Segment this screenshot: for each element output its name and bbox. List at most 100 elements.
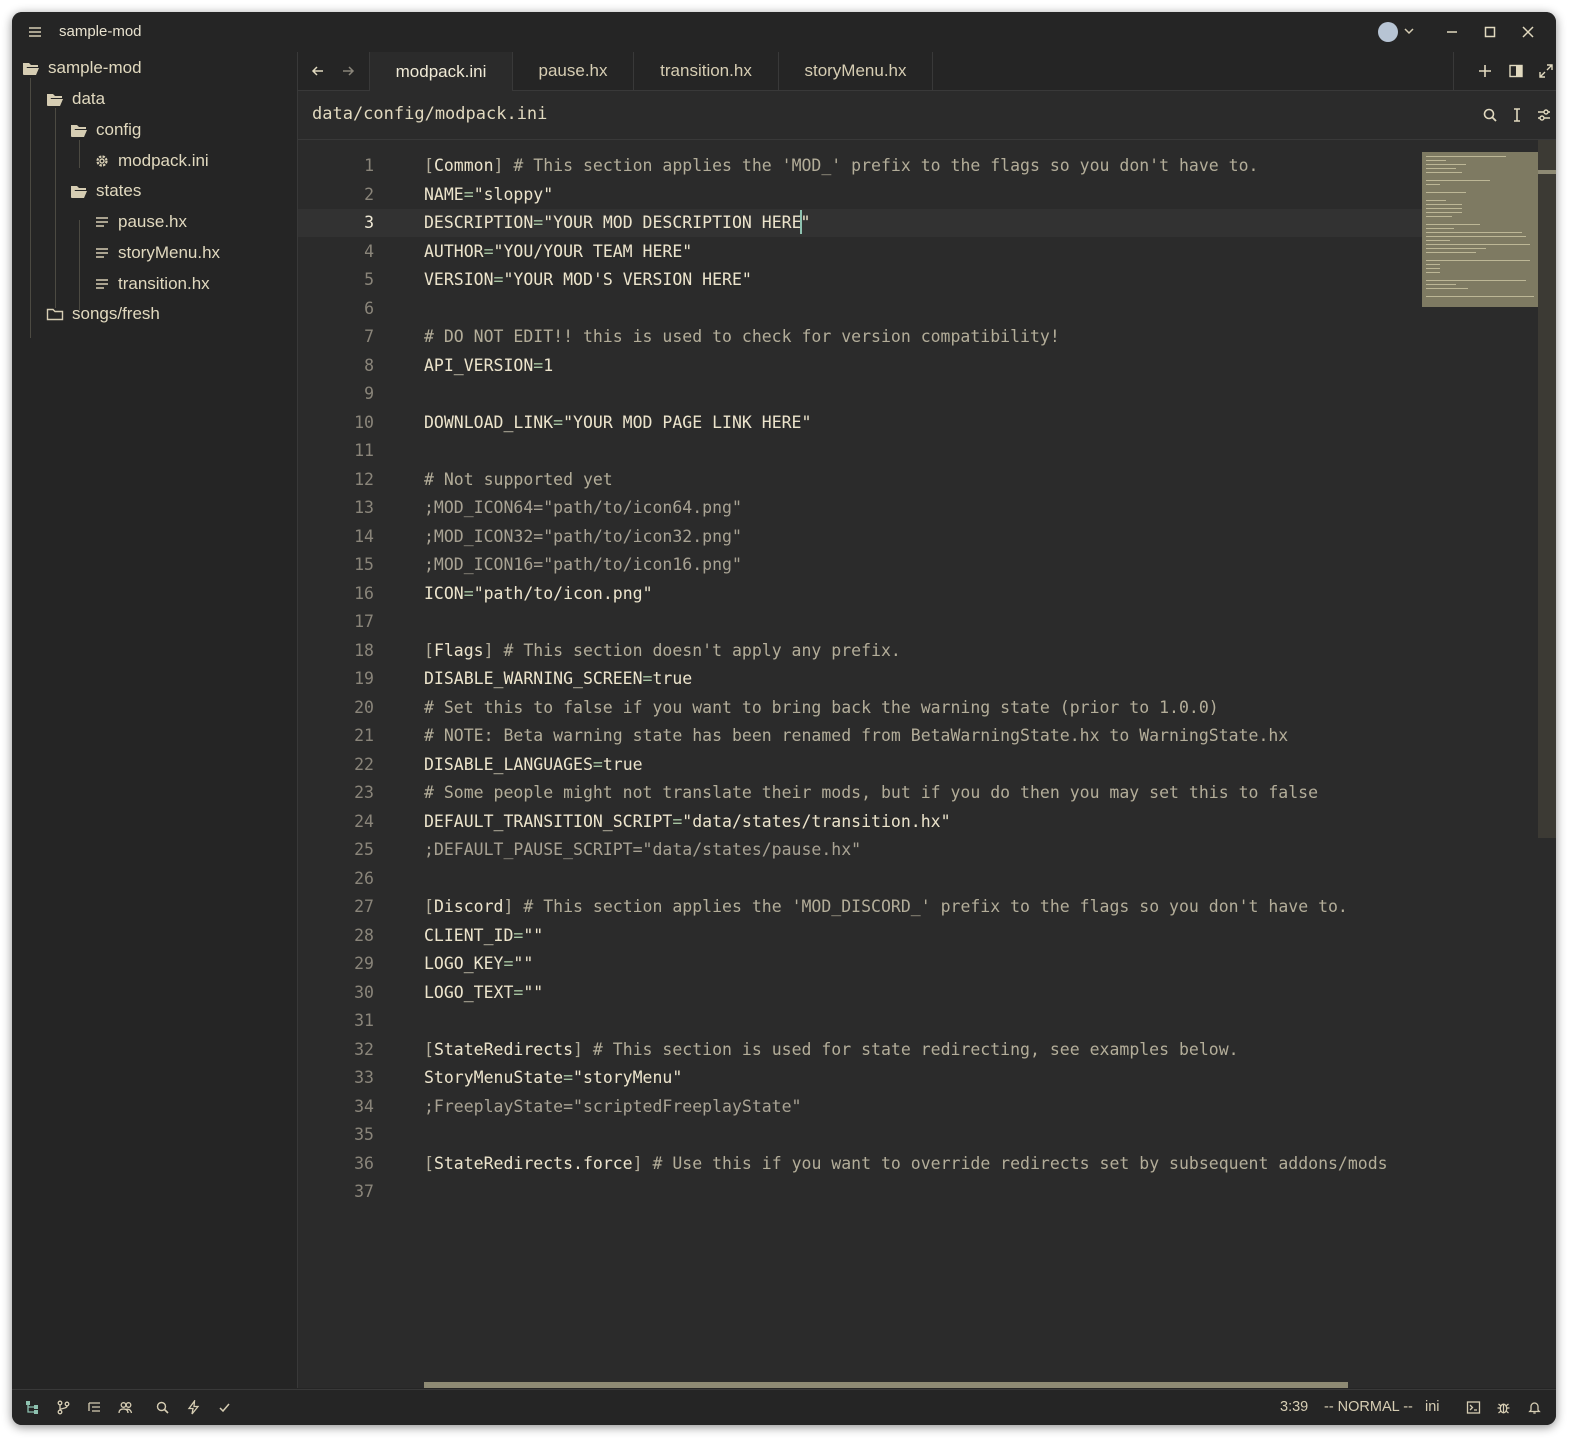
tree-item-sample-mod[interactable]: sample-mod: [22, 54, 142, 82]
code-line[interactable]: 22 DISABLE_LANGUAGES=true: [298, 751, 1422, 779]
line-number: 22: [354, 754, 374, 774]
minimap-line: [1426, 264, 1440, 265]
code-line[interactable]: 14 ;MOD_ICON32="path/to/icon32.png": [298, 523, 1422, 551]
minimize-icon[interactable]: [1444, 24, 1460, 40]
minimap-line: [1426, 248, 1486, 249]
tab-divider: [1453, 52, 1454, 90]
code-line[interactable]: 8 API_VERSION=1: [298, 352, 1422, 380]
cursor-position[interactable]: 3:39: [1280, 1399, 1308, 1415]
code-line[interactable]: 7 # DO NOT EDIT!! this is used to check f…: [298, 323, 1422, 351]
tree-guide: [55, 108, 56, 308]
code-line[interactable]: 21 # NOTE: Beta warning state has been re…: [298, 722, 1422, 750]
code-text: [Flags] # This section doesn't apply any…: [424, 640, 901, 660]
code-line[interactable]: 10 DOWNLOAD_LINK="YOUR MOD PAGE LINK HERE…: [298, 409, 1422, 437]
editor-window: sample-mod sample-mod data config modpac…: [12, 12, 1556, 1425]
code-line[interactable]: 15 ;MOD_ICON16="path/to/icon16.png": [298, 551, 1422, 579]
code-line[interactable]: 17: [298, 608, 1422, 636]
vertical-scrollbar[interactable]: [1538, 140, 1556, 838]
tab-modpack-ini[interactable]: modpack.ini: [369, 52, 513, 91]
line-number: 6: [364, 298, 374, 318]
code-editor[interactable]: 1 [Common] # This section applies the 'MO…: [298, 140, 1556, 1388]
code-line[interactable]: 23 # Some people might not translate thei…: [298, 779, 1422, 807]
code-line[interactable]: 26: [298, 865, 1422, 893]
tab-label: storyMenu.hx: [804, 61, 907, 80]
code-line[interactable]: 6: [298, 295, 1422, 323]
minimap[interactable]: [1422, 152, 1538, 307]
tree-item-songs-fresh[interactable]: songs/fresh: [46, 300, 160, 328]
collaborators-icon[interactable]: [118, 1400, 133, 1415]
sliders-icon[interactable]: [1536, 107, 1552, 123]
tree-item-storymenu-hx[interactable]: storyMenu.hx: [94, 239, 220, 267]
code-line[interactable]: 20 # Set this to false if you want to bri…: [298, 694, 1422, 722]
code-line[interactable]: 13 ;MOD_ICON64="path/to/icon64.png": [298, 494, 1422, 522]
chevron-down-icon[interactable]: [1403, 25, 1415, 37]
menu-icon[interactable]: [28, 25, 42, 39]
code-line[interactable]: 12 # Not supported yet: [298, 466, 1422, 494]
terminal-icon[interactable]: [1466, 1400, 1481, 1415]
outline-icon[interactable]: [87, 1400, 102, 1415]
code-line[interactable]: 34 ;FreeplayState="scriptedFreeplayState": [298, 1093, 1422, 1121]
code-line[interactable]: 33 StoryMenuState="storyMenu": [298, 1064, 1422, 1092]
code-line[interactable]: 4 AUTHOR="YOU/YOUR TEAM HERE": [298, 238, 1422, 266]
check-icon[interactable]: [217, 1400, 232, 1415]
git-branch-icon[interactable]: [56, 1400, 71, 1415]
code-line[interactable]: 9: [298, 380, 1422, 408]
code-line[interactable]: 35: [298, 1121, 1422, 1149]
code-line[interactable]: 5 VERSION="YOUR MOD'S VERSION HERE": [298, 266, 1422, 294]
code-text: LOGO_KEY="": [424, 954, 534, 973]
user-avatar[interactable]: [1378, 22, 1398, 42]
tab-transition-hx[interactable]: transition.hx: [634, 52, 779, 90]
code-line[interactable]: 30 LOGO_TEXT="": [298, 979, 1422, 1007]
code-line[interactable]: 16 ICON="path/to/icon.png": [298, 580, 1422, 608]
code-line[interactable]: 27 [Discord] # This section applies the '…: [298, 893, 1422, 921]
tree-item-transition-hx[interactable]: transition.hx: [94, 270, 210, 298]
breadcrumb-path[interactable]: data/config/modpack.ini: [312, 104, 547, 124]
plus-icon[interactable]: [1477, 63, 1493, 79]
code-line[interactable]: 37: [298, 1178, 1422, 1206]
split-pane-icon[interactable]: [1508, 63, 1524, 79]
expand-icon[interactable]: [1538, 63, 1554, 79]
code-line[interactable]: 31: [298, 1007, 1422, 1035]
minimap-line: [1426, 208, 1462, 209]
tree-item-modpack-ini[interactable]: modpack.ini: [94, 147, 209, 175]
bug-icon[interactable]: [1496, 1400, 1511, 1415]
arrow-left-icon[interactable]: [310, 63, 326, 79]
line-number: 19: [354, 669, 374, 688]
language-selector[interactable]: ini: [1425, 1399, 1440, 1415]
project-tree-icon[interactable]: [25, 1400, 40, 1415]
line-number: 30: [354, 982, 374, 1002]
maximize-icon[interactable]: [1482, 24, 1498, 40]
code-line[interactable]: 1 [Common] # This section applies the 'MO…: [298, 152, 1422, 180]
search-icon[interactable]: [155, 1400, 170, 1415]
code-line[interactable]: 3 DESCRIPTION="YOUR MOD DESCRIPTION HERE": [298, 209, 1422, 237]
minimap-line: [1426, 232, 1522, 233]
code-line[interactable]: 19 DISABLE_WARNING_SCREEN=true: [298, 665, 1422, 693]
code-line[interactable]: 24 DEFAULT_TRANSITION_SCRIPT="data/states…: [298, 808, 1422, 836]
code-line[interactable]: 18 [Flags] # This section doesn't apply a…: [298, 637, 1422, 665]
tree-item-pause-hx[interactable]: pause.hx: [94, 208, 187, 236]
close-icon[interactable]: [1520, 24, 1536, 40]
line-number: 35: [354, 1125, 374, 1144]
code-line[interactable]: 11: [298, 437, 1422, 465]
tree-item-states[interactable]: states: [70, 177, 141, 205]
code-line[interactable]: 29 LOGO_KEY="": [298, 950, 1422, 978]
tab-pause-hx[interactable]: pause.hx: [513, 52, 634, 90]
code-line[interactable]: 32 [StateRedirects] # This section is use…: [298, 1036, 1422, 1064]
code-line[interactable]: 28 CLIENT_ID="": [298, 922, 1422, 950]
tab-storymenu-hx[interactable]: storyMenu.hx: [779, 52, 933, 90]
search-icon[interactable]: [1482, 107, 1498, 123]
code-line[interactable]: 36 [StateRedirects.force] # Use this if y…: [298, 1150, 1422, 1178]
line-number: 7: [364, 327, 374, 346]
bell-icon[interactable]: [1527, 1400, 1542, 1415]
code-text: CLIENT_ID="": [424, 925, 544, 945]
text-cursor-icon[interactable]: [1509, 107, 1525, 123]
tree-item-config[interactable]: config: [70, 116, 141, 144]
code-line[interactable]: 2 NAME="sloppy": [298, 181, 1422, 209]
lightning-icon[interactable]: [186, 1400, 201, 1415]
code-text: [StateRedirects.force] # Use this if you…: [424, 1153, 1388, 1173]
file-text-icon: [96, 279, 108, 289]
arrow-right-icon[interactable]: [340, 63, 356, 79]
code-line[interactable]: 25 ;DEFAULT_PAUSE_SCRIPT="data/states/pau…: [298, 836, 1422, 864]
tree-item-data[interactable]: data: [46, 85, 105, 113]
horizontal-scrollbar[interactable]: [424, 1382, 1348, 1388]
